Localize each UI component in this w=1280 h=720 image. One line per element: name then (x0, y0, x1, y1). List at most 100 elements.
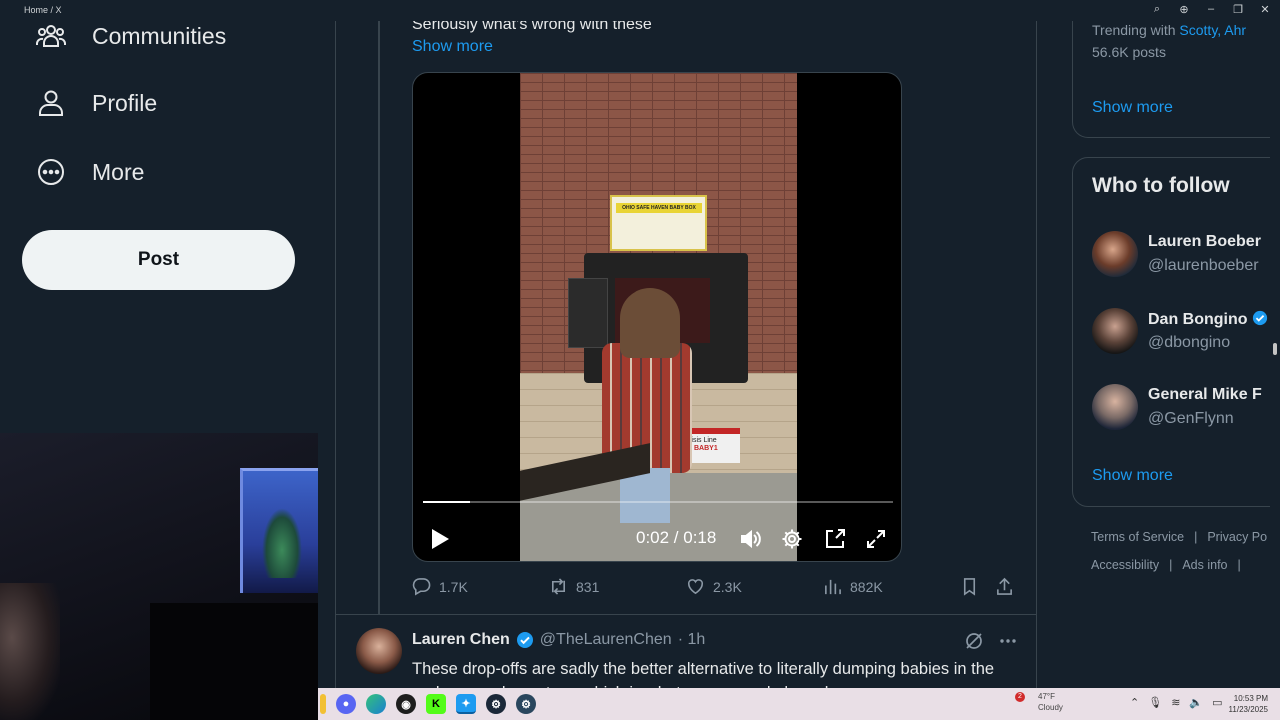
chevron-up-icon[interactable]: ⌃ (1130, 696, 1139, 709)
wifi-icon[interactable]: ≋ (1171, 696, 1180, 709)
more-options-icon[interactable] (998, 631, 1018, 651)
like-button[interactable]: 2.3K (686, 577, 742, 596)
obs-icon[interactable]: ◉ (396, 694, 416, 714)
sidebar-item-profile[interactable]: Profile (36, 88, 157, 118)
follow-suggestion[interactable]: General Mike F @GenFlynn (1092, 384, 1280, 434)
trend-post-count: 56.6K posts (1092, 44, 1166, 60)
steam-icon[interactable]: ⚙ (486, 694, 506, 714)
fullscreen-icon[interactable] (865, 528, 887, 550)
footer-link[interactable]: Ads info (1182, 558, 1227, 572)
webcam-person (0, 583, 60, 720)
avatar[interactable] (356, 628, 402, 674)
trending-show-more-link[interactable]: Show more (1092, 99, 1173, 117)
close-icon[interactable]: ✕ (1258, 3, 1272, 16)
profile-icon (39, 90, 63, 116)
tweet-time[interactable]: · 1h (678, 631, 706, 649)
follow-name-text: Dan Bongino (1148, 311, 1248, 328)
clock[interactable]: 10:53 PM 11/23/2025 (1218, 693, 1268, 715)
tweet-divider (336, 614, 1036, 615)
settings-gear-icon[interactable] (781, 528, 803, 550)
footer-link[interactable]: Terms of Service (1091, 530, 1184, 544)
reply-button[interactable]: 1.7K (412, 577, 468, 596)
follow-name[interactable]: Dan Bongino (1148, 310, 1268, 329)
tab-title[interactable]: Home / X (24, 5, 62, 15)
avatar[interactable] (1092, 384, 1138, 430)
who-to-follow-show-more-link[interactable]: Show more (1092, 467, 1173, 485)
follow-handle: @GenFlynn (1148, 410, 1234, 427)
left-sidebar: Communities Profile More Post (0, 21, 334, 433)
timeline: Seriously what’s wrong with these Show m… (335, 21, 1037, 688)
sidebar-item-label: More (92, 158, 145, 185)
scrollbar[interactable] (1270, 21, 1280, 688)
grok-icon[interactable] (964, 631, 984, 651)
tweet-show-more-link[interactable]: Show more (412, 38, 493, 56)
follow-handle: @laurenboeber (1148, 257, 1259, 274)
footer-separator: | (1237, 558, 1241, 572)
footer-link[interactable]: Privacy Po (1207, 530, 1267, 544)
explorer-icon[interactable] (320, 694, 326, 714)
zoom-icon[interactable]: ⊕ (1177, 3, 1191, 16)
follow-name[interactable]: Lauren Boeber (1148, 233, 1261, 251)
footer-separator: | (1194, 530, 1198, 544)
repost-count: 831 (576, 578, 600, 595)
sidebar-item-more[interactable]: More (36, 157, 144, 187)
views-chart-icon (825, 579, 841, 595)
taskbar-apps: ● ◉ K ✦ ⚙ ⚙ (318, 688, 536, 720)
trend-with-prefix: Trending with (1092, 22, 1176, 38)
discord-icon[interactable]: ● (336, 694, 356, 714)
weather-temp: 47°F (1038, 692, 1055, 701)
kick-icon[interactable]: K (426, 694, 446, 714)
tweet-text: Seriously what’s wrong with these (412, 21, 652, 33)
sidebar-item-communities[interactable]: Communities (36, 21, 226, 51)
edge-icon[interactable] (366, 694, 386, 714)
scrollbar-thumb[interactable] (1273, 343, 1277, 355)
author-handle[interactable]: @TheLaurenChen (540, 631, 672, 649)
who-to-follow-card: Who to follow Lauren Boeber @laurenboebe… (1072, 157, 1280, 507)
avatar[interactable] (1092, 308, 1138, 354)
search-icon[interactable]: ⌕ (1150, 3, 1164, 16)
weather-widget[interactable]: 2 47°F Cloudy (1015, 691, 1063, 713)
play-icon[interactable] (429, 527, 451, 551)
follow-suggestion[interactable]: Dan Bongino @dbongino (1092, 308, 1280, 358)
video-progress-bar[interactable] (423, 501, 893, 503)
verified-badge-icon (516, 632, 533, 648)
webcam-plant (262, 508, 302, 578)
right-sidebar: Trending with Scotty, Ahr 56.6K posts Sh… (1037, 21, 1280, 688)
repost-button[interactable]: 831 (549, 577, 599, 596)
video-sign-header: OHIO SAFE HAVEN BABY BOX (616, 203, 702, 213)
bookmark-icon[interactable] (960, 577, 979, 596)
volume-icon[interactable] (739, 528, 761, 550)
twitter-icon[interactable]: ✦ (456, 694, 476, 714)
window-controls: ⌕ ⊕ – ❐ ✕ (1150, 3, 1272, 16)
trend-with-names[interactable]: Scotty, Ahr (1179, 22, 1246, 38)
follow-suggestion[interactable]: Lauren Boeber @laurenboeber (1092, 231, 1280, 281)
views-button[interactable]: 882K (823, 577, 883, 596)
author-name[interactable]: Lauren Chen (412, 631, 510, 649)
video-player[interactable]: OHIO SAFE HAVEN BABY BOX Crisis Line BAB… (412, 72, 902, 562)
taskbar: ● ◉ K ✦ ⚙ ⚙ 2 47°F Cloudy ⌃ 🎙 ≋ 🔈 ▭ 10:5… (318, 688, 1280, 720)
follow-name[interactable]: General Mike F (1148, 386, 1262, 404)
pip-icon[interactable] (824, 528, 846, 550)
steam-secondary-icon[interactable]: ⚙ (516, 694, 536, 714)
views-count: 882K (850, 578, 883, 595)
share-icon[interactable] (995, 577, 1014, 596)
restore-icon[interactable]: ❐ (1231, 3, 1245, 16)
minimize-icon[interactable]: – (1204, 3, 1218, 16)
microphone-icon[interactable]: 🎙 (1148, 696, 1162, 709)
who-to-follow-title: Who to follow (1092, 174, 1230, 197)
footer-links: Terms of Service | Privacy Po Accessibil… (1091, 530, 1280, 586)
clock-date: 11/23/2025 (1228, 705, 1268, 714)
like-count: 2.3K (713, 578, 742, 595)
video-controls: 0:02 / 0:18 (413, 521, 901, 557)
heart-icon (687, 579, 704, 595)
post-button[interactable]: Post (22, 230, 295, 290)
trend-with: Trending with Scotty, Ahr (1092, 22, 1246, 38)
communities-icon (36, 25, 66, 47)
avatar[interactable] (1092, 231, 1138, 277)
video-box-door (568, 278, 608, 348)
video-frame[interactable]: OHIO SAFE HAVEN BABY BOX Crisis Line BAB… (520, 73, 797, 561)
speaker-icon[interactable]: 🔈 (1189, 696, 1203, 709)
footer-separator: | (1169, 558, 1173, 572)
follow-handle: @dbongino (1148, 334, 1231, 351)
footer-link[interactable]: Accessibility (1091, 558, 1159, 572)
